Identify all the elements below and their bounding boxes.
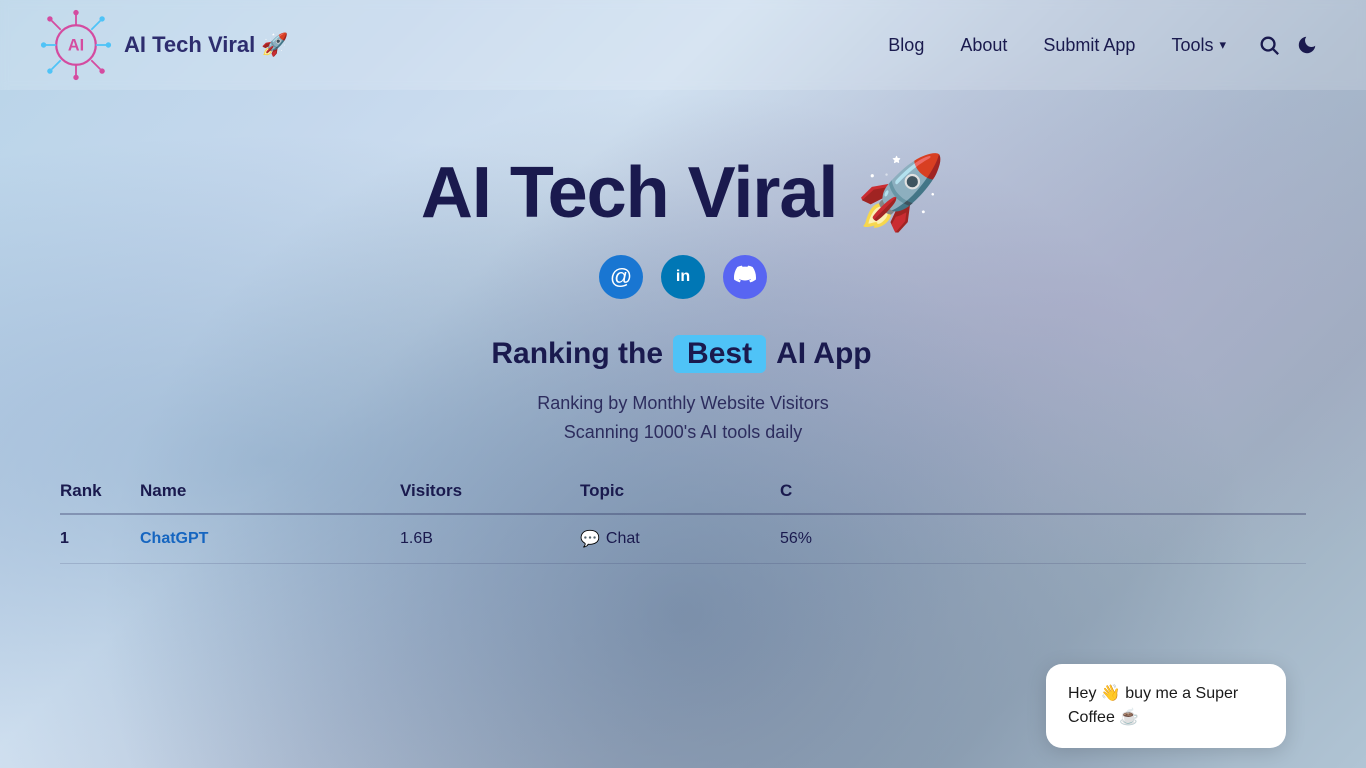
discord-social-link[interactable] bbox=[723, 255, 767, 299]
nav-links: Blog About Submit App Tools ▾ bbox=[888, 35, 1226, 56]
cell-visitors: 1.6B bbox=[400, 530, 580, 548]
discord-icon bbox=[734, 263, 756, 291]
search-icon bbox=[1258, 34, 1280, 56]
email-social-link[interactable]: @ bbox=[599, 255, 643, 299]
best-badge: Best bbox=[673, 335, 766, 373]
navbar: AI AI Tech Viral 🚀 Blog About Submit App bbox=[0, 0, 1366, 90]
table-row: 1 ChatGPT 1.6B 💬 Chat 56% bbox=[60, 515, 1306, 564]
col-header-visitors: Visitors bbox=[400, 481, 580, 501]
col-header-name: Name bbox=[140, 481, 400, 501]
ranking-by-text: Ranking by Monthly Website Visitors bbox=[537, 393, 828, 414]
linkedin-social-link[interactable]: in bbox=[661, 255, 705, 299]
col-header-rank: Rank bbox=[60, 481, 140, 501]
chevron-down-icon: ▾ bbox=[1219, 37, 1226, 53]
table-header: Rank Name Visitors Topic C bbox=[60, 481, 1306, 515]
topic-label: Chat bbox=[606, 530, 640, 548]
hero-section: AI Tech Viral 🚀 @ in Ranking the Best AI… bbox=[0, 90, 1366, 451]
col-header-topic: Topic bbox=[580, 481, 780, 501]
linkedin-icon: in bbox=[676, 268, 690, 286]
cell-other: 56% bbox=[780, 530, 1306, 548]
svg-text:AI: AI bbox=[68, 36, 84, 54]
moon-icon bbox=[1296, 34, 1318, 56]
social-icons: @ in bbox=[599, 255, 767, 299]
topic-icon: 💬 bbox=[580, 529, 600, 549]
email-icon: @ bbox=[610, 264, 632, 290]
chat-bubble-text: Hey 👋 buy me a Super Coffee ☕ bbox=[1068, 685, 1238, 726]
nav-link-tools[interactable]: Tools ▾ bbox=[1171, 35, 1226, 56]
hero-title: AI Tech Viral 🚀 bbox=[421, 150, 945, 235]
chat-bubble[interactable]: Hey 👋 buy me a Super Coffee ☕ bbox=[1046, 664, 1286, 748]
search-button[interactable] bbox=[1250, 30, 1288, 60]
nav-link-submit[interactable]: Submit App bbox=[1043, 35, 1135, 55]
nav-logo[interactable]: AI AI Tech Viral 🚀 bbox=[40, 9, 289, 81]
subtitle-pre: Ranking the bbox=[491, 337, 663, 371]
rankings-table: Rank Name Visitors Topic C 1 ChatGPT 1.6… bbox=[0, 481, 1366, 564]
logo-icon: AI bbox=[40, 9, 112, 81]
subtitle-post: AI App bbox=[776, 337, 875, 371]
cell-topic: 💬 Chat bbox=[580, 529, 780, 549]
subtitle-block: Ranking the Best AI App bbox=[491, 335, 874, 373]
cell-rank: 1 bbox=[60, 530, 140, 548]
dark-mode-button[interactable] bbox=[1288, 30, 1326, 60]
nav-brand-title: AI Tech Viral 🚀 bbox=[124, 32, 289, 58]
scanning-text: Scanning 1000's AI tools daily bbox=[564, 422, 803, 443]
cell-name[interactable]: ChatGPT bbox=[140, 530, 400, 548]
col-header-other: C bbox=[780, 481, 1306, 501]
nav-link-blog[interactable]: Blog bbox=[888, 35, 924, 55]
nav-tools-label[interactable]: Tools bbox=[1171, 35, 1213, 56]
nav-link-about[interactable]: About bbox=[960, 35, 1007, 55]
